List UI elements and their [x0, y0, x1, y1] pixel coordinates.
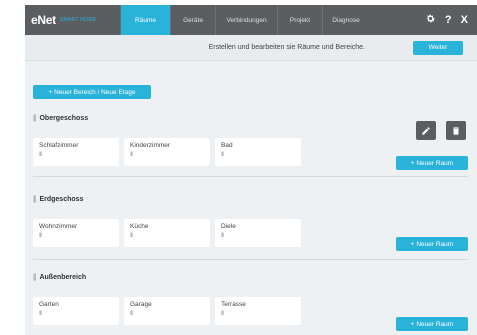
room-name: Küche: [130, 223, 149, 230]
room-card[interactable]: Terrasse III: [215, 297, 301, 325]
room-list: Garten III Garage III Terrasse III: [33, 297, 301, 325]
room-list: Schlafzimmer III Kinderzimmer III Bad II…: [33, 138, 301, 166]
room-meta: III: [130, 233, 133, 239]
section-title: ||| Erdgeschoss: [33, 193, 468, 205]
room-card[interactable]: Küche III: [124, 219, 210, 247]
pencil-icon[interactable]: [416, 121, 436, 140]
section-divider: [33, 259, 468, 260]
next-button[interactable]: Weiter: [413, 40, 463, 55]
close-icon[interactable]: X: [461, 14, 468, 26]
room-name: Terrasse: [221, 301, 246, 308]
gear-icon[interactable]: [425, 13, 436, 27]
room-card[interactable]: Garten III: [33, 297, 119, 325]
room-meta: III: [39, 311, 42, 317]
window-controls: ? X: [425, 5, 477, 35]
room-name: Kinderzimmer: [130, 142, 171, 149]
section-erdgeschoss: ||| Erdgeschoss Wohnzimmer III Küche III…: [33, 193, 468, 260]
room-meta: III: [130, 152, 133, 158]
new-room-button[interactable]: + Neuer Raum: [396, 237, 468, 251]
tab-connections[interactable]: Verbindungen: [215, 5, 277, 35]
section-divider: [33, 176, 468, 177]
tab-rooms[interactable]: Räume: [120, 5, 170, 35]
room-meta: III: [130, 311, 133, 317]
app-window: eNet SMART HOME Räume Geräte Verbindunge…: [25, 5, 477, 335]
room-card[interactable]: Bad III: [215, 138, 301, 166]
room-card[interactable]: Diele III: [215, 219, 301, 247]
instruction-text: Erstellen und bearbeiten sie Räume und B…: [208, 44, 365, 51]
room-card[interactable]: Schlafzimmer III: [33, 138, 119, 166]
logo-main-text: eNet: [31, 13, 56, 27]
room-name: Wohnzimmer: [39, 223, 78, 230]
section-title-text: Außenbereich: [39, 273, 87, 281]
section-title-text: Obergeschoss: [39, 114, 89, 122]
room-name: Bad: [221, 142, 233, 149]
help-icon[interactable]: ?: [445, 14, 452, 26]
room-name: Garage: [130, 301, 152, 308]
main-tabs: Räume Geräte Verbindungen Projekt Diagno…: [120, 5, 369, 35]
instruction-bar: Erstellen und bearbeiten sie Räume und B…: [25, 35, 477, 61]
room-card[interactable]: Garage III: [124, 297, 210, 325]
logo-sub-text: SMART HOME: [59, 17, 97, 23]
new-room-button[interactable]: + Neuer Raum: [396, 317, 468, 331]
drag-handle-icon[interactable]: |||: [33, 115, 37, 122]
section-obergeschoss: ||| Obergeschoss Schlafzimmer III Kinder…: [33, 112, 468, 177]
room-name: Garten: [39, 301, 59, 308]
room-name: Schlafzimmer: [39, 142, 79, 149]
room-name: Diele: [221, 223, 236, 230]
section-title: ||| Obergeschoss: [33, 112, 468, 124]
room-card[interactable]: Wohnzimmer III: [33, 219, 119, 247]
room-meta: III: [39, 152, 42, 158]
section-title: ||| Außenbereich: [33, 271, 468, 283]
tab-diagnosis[interactable]: Diagnose: [322, 5, 369, 35]
new-room-button[interactable]: + Neuer Raum: [396, 156, 468, 170]
top-navigation-bar: eNet SMART HOME Räume Geräte Verbindunge…: [25, 5, 477, 35]
trash-icon[interactable]: [446, 121, 466, 140]
section-title-text: Erdgeschoss: [39, 195, 84, 203]
tab-project[interactable]: Projekt: [277, 5, 322, 35]
room-meta: III: [221, 233, 224, 239]
new-area-button[interactable]: + Neuer Bereich / Neue Etage: [33, 85, 151, 99]
app-logo: eNet SMART HOME: [25, 5, 120, 35]
room-meta: III: [221, 152, 224, 158]
drag-handle-icon[interactable]: |||: [33, 274, 37, 281]
room-meta: III: [39, 233, 42, 239]
room-meta: III: [221, 311, 224, 317]
drag-handle-icon[interactable]: |||: [33, 196, 37, 203]
room-list: Wohnzimmer III Küche III Diele III: [33, 219, 301, 247]
room-card[interactable]: Kinderzimmer III: [124, 138, 210, 166]
section-aussenbereich: ||| Außenbereich Garten III Garage III T…: [33, 271, 468, 335]
tab-devices[interactable]: Geräte: [170, 5, 215, 35]
